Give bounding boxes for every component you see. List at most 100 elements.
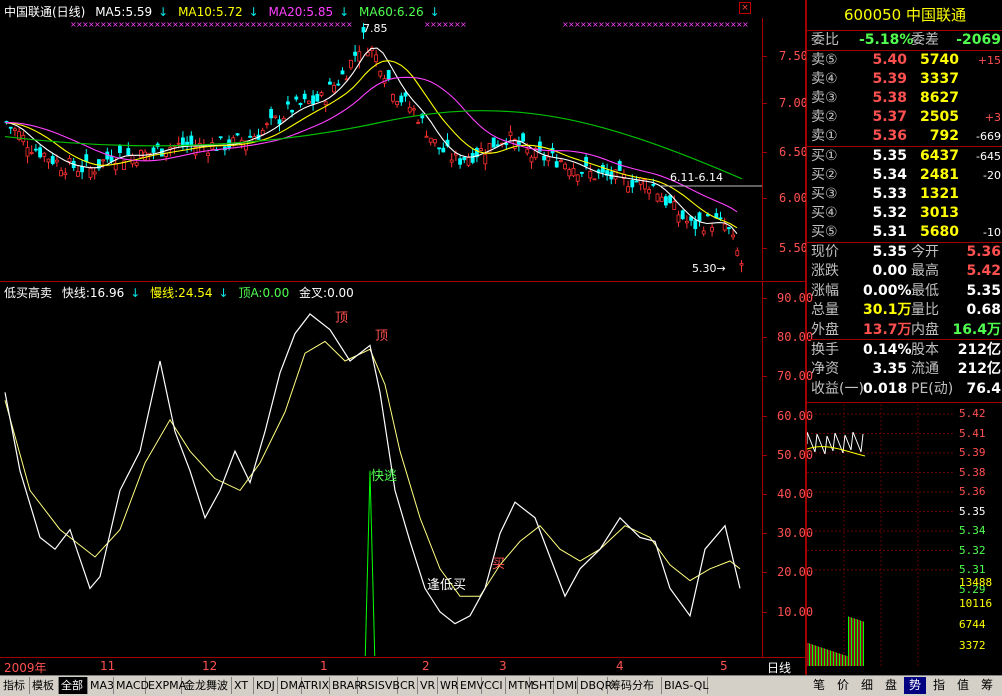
period-label[interactable]: 日线 [767, 659, 791, 676]
indicator-tab[interactable]: 模板 [30, 677, 59, 694]
candlestick [542, 155, 546, 161]
candlestick [29, 152, 34, 154]
indicator-tab[interactable]: CR [398, 677, 418, 694]
indicator-tab[interactable]: CCI [482, 677, 506, 694]
candlestick [206, 152, 211, 156]
indicator-tab[interactable]: MA3 [88, 677, 114, 694]
indicator-tab[interactable]: EXPMA [146, 677, 186, 694]
indicator-tab[interactable]: VR [418, 677, 438, 694]
candlestick [701, 230, 706, 235]
order-price: 5.37 [872, 109, 907, 125]
order-change: -10 [983, 226, 1001, 239]
candlestick [378, 70, 383, 77]
indicator-tab[interactable]: XT [232, 677, 254, 694]
candlestick [647, 189, 651, 194]
indicator-tab[interactable]: DMA [278, 677, 306, 694]
indicator-tab[interactable]: BRAR [330, 677, 362, 694]
indicator-tab[interactable]: MTM [506, 677, 534, 694]
escape-signal-bar [364, 470, 376, 656]
indicator-tab[interactable]: DBQR [578, 677, 612, 694]
candlestick [491, 137, 496, 148]
intraday-price-tick: 5.41 [959, 426, 986, 440]
order-row[interactable]: 卖③ 5.38 8627 [811, 89, 1001, 108]
order-row[interactable]: 买④ 5.32 3013 [811, 204, 1001, 223]
order-row[interactable]: 卖① 5.36 792 -669 [811, 127, 1001, 146]
panel-tab[interactable]: 细 [856, 677, 878, 694]
ma10-label: MA10:5.72 [178, 5, 243, 19]
candlestick [407, 106, 412, 113]
order-row[interactable]: 买① 5.35 6437 -645 [811, 147, 1001, 166]
candlestick [563, 163, 567, 170]
candlestick [323, 101, 328, 106]
candlestick [80, 166, 84, 173]
indicator-tab[interactable]: WR [438, 677, 459, 694]
order-row[interactable]: 卖⑤ 5.40 5740 +15 [811, 51, 1001, 70]
order-price: 5.39 [872, 71, 907, 87]
order-row[interactable]: 买⑤ 5.31 5680 -10 [811, 223, 1001, 242]
candlestick [277, 119, 282, 125]
indicator-tab[interactable]: 金龙舞波 [182, 677, 232, 694]
close-chart-icon[interactable]: × [739, 2, 751, 14]
indicator-tab[interactable]: RSISVB [358, 677, 400, 694]
candlestick [319, 92, 324, 96]
order-row[interactable]: 买② 5.34 2481 -20 [811, 166, 1001, 185]
candlestick [697, 212, 702, 222]
panel-tab[interactable]: 筹 [976, 677, 998, 694]
indicator-tab[interactable]: BIAS-QL [662, 677, 708, 694]
candlestick [693, 220, 698, 230]
indicator-tab[interactable]: SHT [530, 677, 554, 694]
indicator-tab[interactable]: 筹码分布 [608, 677, 662, 694]
indicator-tab[interactable]: KDJ [254, 677, 278, 694]
candlestick [42, 152, 47, 157]
high-price-label: 7.85 [363, 22, 388, 35]
order-label: 买④ [811, 205, 838, 221]
order-row[interactable]: 买③ 5.33 1321 [811, 185, 1001, 204]
panel-tab[interactable]: 价 [832, 677, 854, 694]
candlestick [84, 154, 89, 162]
indicator-tab[interactable]: MACD [114, 677, 149, 694]
month-label: 2 [422, 659, 430, 673]
order-label: 买⑤ [811, 224, 838, 240]
order-volume: 5680 [920, 224, 959, 240]
candlestick [59, 170, 63, 177]
intraday-price-line [807, 431, 864, 455]
panel-tab[interactable]: 盘 [880, 677, 902, 694]
order-row[interactable]: 卖② 5.37 2505 +3 [811, 108, 1001, 127]
candlestick [134, 162, 139, 166]
panel-tab[interactable]: 指 [928, 677, 950, 694]
quote-panel: 600050 中国联通 委比 -5.18% 委差 -2069 卖⑤ 5.40 574… [806, 0, 1002, 675]
candlestick [470, 152, 475, 163]
indicator-tab[interactable]: 指标 [1, 677, 30, 694]
candlestick [483, 154, 488, 165]
order-volume: 792 [929, 128, 959, 144]
candlestick [399, 95, 404, 103]
indicator-tab[interactable]: TRIX [302, 677, 330, 694]
candlestick [8, 126, 13, 129]
candlestick [567, 169, 572, 177]
panel-tab[interactable]: 值 [952, 677, 974, 694]
stat-row: 净资 3.35 流通 212亿 [811, 361, 1001, 378]
intraday-price-tick: 5.39 [959, 446, 986, 459]
intraday-chart[interactable] [807, 404, 955, 666]
indicator-tab[interactable]: EMV [458, 677, 484, 694]
candlestick [34, 148, 38, 151]
intraday-price-tick: 5.42 [959, 407, 986, 420]
intraday-price-tick: 5.36 [959, 485, 986, 498]
candlestick [739, 263, 744, 266]
escape-mark: 快逃 [371, 469, 398, 484]
panel-tab[interactable]: 笔 [808, 677, 830, 694]
candlestick [118, 145, 122, 154]
indicator-tab[interactable]: DMI [554, 677, 578, 694]
candlestick [630, 180, 635, 188]
order-price: 5.40 [872, 52, 907, 68]
stock-title: 600050 中国联通 [807, 0, 1002, 31]
candlestick [46, 158, 51, 163]
order-row[interactable]: 卖④ 5.39 3337 [811, 70, 1001, 89]
candlestick [340, 70, 345, 75]
order-label: 卖① [811, 128, 838, 144]
kline-chart-area[interactable]: 中国联通(日线) MA5:5.59 ↓ MA10:5.72 ↓ MA20:5.85 ↓… [0, 0, 813, 676]
indicator-tab[interactable]: 全部 [59, 677, 88, 694]
month-label: 11 [100, 659, 116, 673]
range-label: 6.11-6.14 [670, 171, 723, 184]
panel-tab[interactable]: 势 [904, 677, 926, 694]
